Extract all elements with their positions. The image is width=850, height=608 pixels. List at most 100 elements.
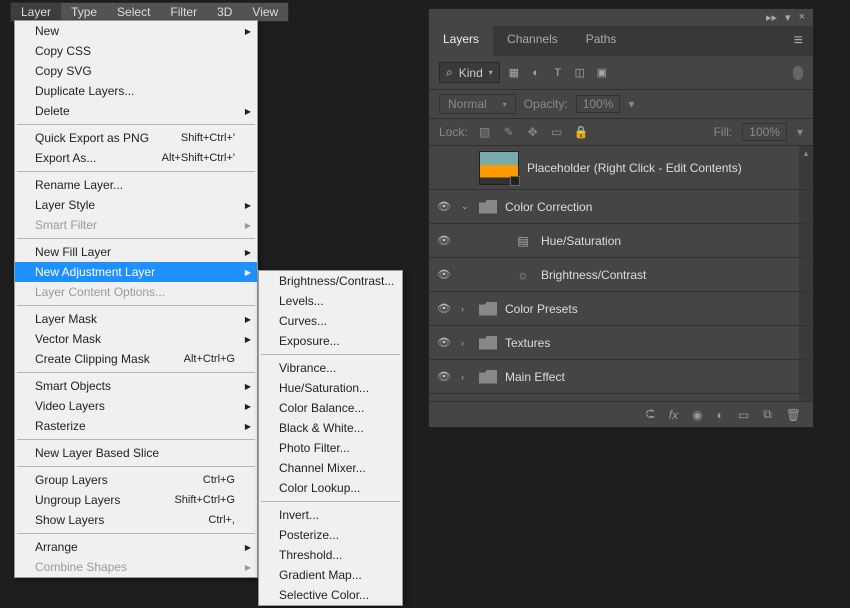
menu-new-fill-layer[interactable]: New Fill Layer▶: [15, 242, 257, 262]
panel-collapse-icon[interactable]: ▸▸: [766, 11, 777, 24]
visibility-icon[interactable]: 👁: [437, 336, 453, 349]
filter-adjustment-icon[interactable]: ◐: [528, 65, 544, 81]
submenu-curves[interactable]: Curves...: [259, 311, 402, 331]
panel-menu-icon[interactable]: ▾: [785, 11, 791, 24]
submenu-threshold[interactable]: Threshold...: [259, 545, 402, 565]
layer-name[interactable]: Hue/Saturation: [541, 234, 621, 248]
lock-artboard-icon[interactable]: ▭: [550, 125, 564, 139]
menu-smart-objects[interactable]: Smart Objects▶: [15, 376, 257, 396]
layer-name[interactable]: Textures: [505, 336, 550, 350]
disclosure-icon[interactable]: ›: [461, 372, 471, 382]
layer-row[interactable]: 👁 › Main Effect: [429, 360, 813, 394]
panel-close-icon[interactable]: ×: [799, 11, 805, 24]
menu-ungroup-layers[interactable]: Ungroup LayersShift+Ctrl+G: [15, 490, 257, 510]
visibility-icon[interactable]: 👁: [437, 302, 453, 315]
submenu-photo-filter[interactable]: Photo Filter...: [259, 438, 402, 458]
menu-export-as[interactable]: Export As...Alt+Shift+Ctrl+': [15, 148, 257, 168]
menubar-3d[interactable]: 3D: [207, 3, 242, 21]
opacity-value[interactable]: 100%: [576, 95, 621, 113]
menubar-select[interactable]: Select: [107, 3, 160, 21]
layer-name[interactable]: Brightness/Contrast: [541, 268, 646, 282]
filter-shape-icon[interactable]: ◫: [572, 65, 588, 81]
visibility-icon[interactable]: 👁: [437, 370, 453, 383]
visibility-icon[interactable]: 👁: [437, 200, 453, 213]
menu-vector-mask[interactable]: Vector Mask▶: [15, 329, 257, 349]
menu-layer-style[interactable]: Layer Style▶: [15, 195, 257, 215]
menu-new-adjustment-layer[interactable]: New Adjustment Layer▶: [15, 262, 257, 282]
menubar-type[interactable]: Type: [61, 3, 107, 21]
panel-flyout-icon[interactable]: ≡: [784, 26, 813, 56]
filter-smart-icon[interactable]: ▣: [594, 65, 610, 81]
menu-delete[interactable]: Delete▶: [15, 101, 257, 121]
menu-new[interactable]: New▶: [15, 21, 257, 41]
layer-thumbnail[interactable]: [479, 151, 519, 185]
submenu-channel-mixer[interactable]: Channel Mixer...: [259, 458, 402, 478]
mask-icon[interactable]: ◉: [692, 408, 702, 422]
layer-name[interactable]: Color Presets: [505, 302, 578, 316]
submenu-color-balance[interactable]: Color Balance...: [259, 398, 402, 418]
blend-mode-select[interactable]: Normal ▾: [439, 94, 516, 114]
chevron-down-icon[interactable]: ▾: [797, 125, 803, 139]
layer-name[interactable]: Main Effect: [505, 370, 565, 384]
fill-value[interactable]: 100%: [742, 123, 787, 141]
tab-layers[interactable]: Layers: [429, 26, 493, 56]
submenu-selective-color[interactable]: Selective Color...: [259, 585, 402, 605]
lock-all-icon[interactable]: 🔒: [574, 125, 588, 139]
submenu-vibrance[interactable]: Vibrance...: [259, 358, 402, 378]
layer-row[interactable]: Placeholder (Right Click - Edit Contents…: [429, 146, 813, 190]
layer-row[interactable]: 👁 › Textures: [429, 326, 813, 360]
menu-copy-css[interactable]: Copy CSS: [15, 41, 257, 61]
lock-pixels-icon[interactable]: ✎: [502, 125, 516, 139]
menu-video-layers[interactable]: Video Layers▶: [15, 396, 257, 416]
submenu-exposure[interactable]: Exposure...: [259, 331, 402, 351]
layer-row[interactable]: 👁: [429, 394, 813, 401]
submenu-hue-saturation[interactable]: Hue/Saturation...: [259, 378, 402, 398]
menubar-view[interactable]: View: [242, 3, 288, 21]
disclosure-icon[interactable]: ›: [461, 338, 471, 348]
layer-name[interactable]: Color Correction: [505, 200, 592, 214]
new-layer-icon[interactable]: ⧉: [763, 407, 772, 422]
lock-transparency-icon[interactable]: ▨: [478, 125, 492, 139]
submenu-posterize[interactable]: Posterize...: [259, 525, 402, 545]
lock-position-icon[interactable]: ✥: [526, 125, 540, 139]
layer-row[interactable]: 👁▤Hue/Saturation: [429, 224, 813, 258]
menu-arrange[interactable]: Arrange▶: [15, 537, 257, 557]
menu-quick-export-as-png[interactable]: Quick Export as PNGShift+Ctrl+': [15, 128, 257, 148]
layer-row[interactable]: 👁 ⌄ Color Correction: [429, 190, 813, 224]
adjustment-icon[interactable]: ◐: [717, 408, 724, 422]
menu-show-layers[interactable]: Show LayersCtrl+,: [15, 510, 257, 530]
tab-channels[interactable]: Channels: [493, 26, 572, 56]
chevron-down-icon[interactable]: ▾: [628, 97, 634, 111]
layer-row[interactable]: 👁 › Color Presets: [429, 292, 813, 326]
menubar-filter[interactable]: Filter: [160, 3, 207, 21]
menu-rasterize[interactable]: Rasterize▶: [15, 416, 257, 436]
filter-toggle[interactable]: [793, 66, 803, 80]
menu-rename-layer[interactable]: Rename Layer...: [15, 175, 257, 195]
menu-copy-svg[interactable]: Copy SVG: [15, 61, 257, 81]
menu-layer-mask[interactable]: Layer Mask▶: [15, 309, 257, 329]
submenu-color-lookup[interactable]: Color Lookup...: [259, 478, 402, 498]
menu-group-layers[interactable]: Group LayersCtrl+G: [15, 470, 257, 490]
filter-type-icon[interactable]: T: [550, 65, 566, 81]
menu-duplicate-layers[interactable]: Duplicate Layers...: [15, 81, 257, 101]
fx-icon[interactable]: fx: [669, 408, 678, 422]
layer-row[interactable]: 👁☼Brightness/Contrast: [429, 258, 813, 292]
disclosure-icon[interactable]: ⌄: [461, 201, 471, 212]
submenu-black-white[interactable]: Black & White...: [259, 418, 402, 438]
menubar-layer[interactable]: Layer: [11, 3, 61, 21]
layer-name[interactable]: Placeholder (Right Click - Edit Contents…: [527, 161, 742, 175]
link-icon[interactable]: ⮈: [646, 407, 655, 422]
disclosure-icon[interactable]: ›: [461, 304, 471, 314]
visibility-icon[interactable]: 👁: [437, 234, 453, 247]
submenu-brightness-contrast[interactable]: Brightness/Contrast...: [259, 271, 402, 291]
trash-icon[interactable]: 🗑: [786, 408, 801, 422]
menu-create-clipping-mask[interactable]: Create Clipping MaskAlt+Ctrl+G: [15, 349, 257, 369]
menu-new-layer-based-slice[interactable]: New Layer Based Slice: [15, 443, 257, 463]
tab-paths[interactable]: Paths: [572, 26, 631, 56]
submenu-invert[interactable]: Invert...: [259, 505, 402, 525]
submenu-levels[interactable]: Levels...: [259, 291, 402, 311]
submenu-gradient-map[interactable]: Gradient Map...: [259, 565, 402, 585]
visibility-icon[interactable]: 👁: [437, 268, 453, 281]
filter-image-icon[interactable]: ▦: [506, 65, 522, 81]
group-icon[interactable]: ▭: [738, 408, 749, 422]
